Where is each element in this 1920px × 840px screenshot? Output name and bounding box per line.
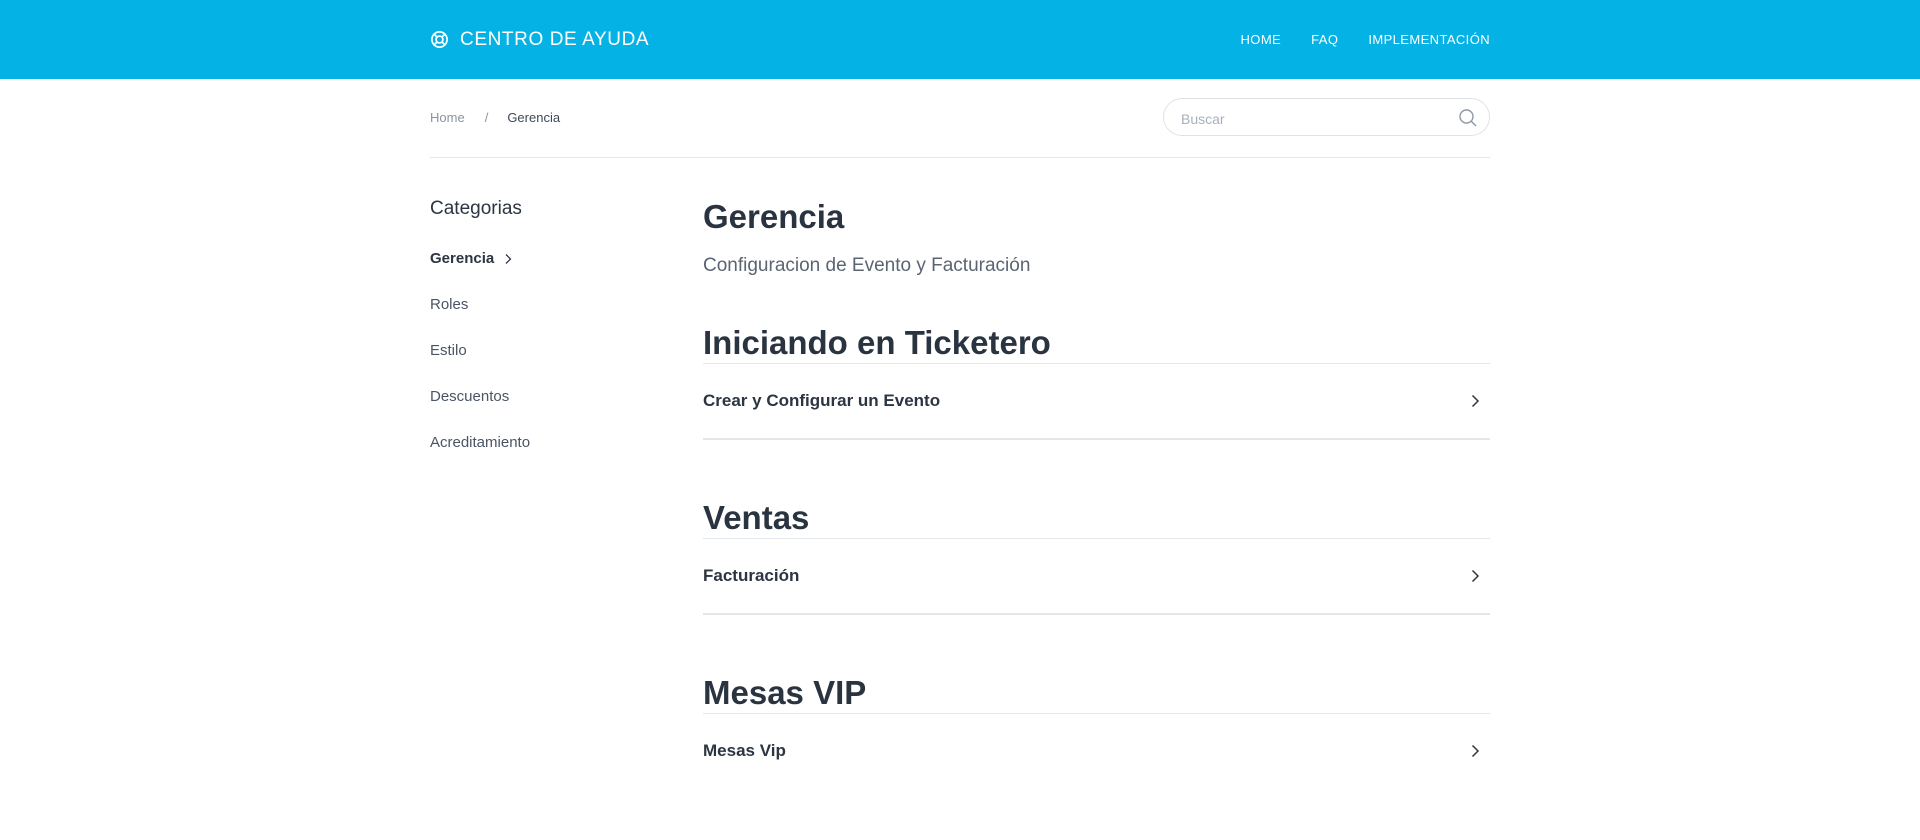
chevron-right-icon (1471, 394, 1480, 408)
breadcrumb-current: Gerencia (507, 110, 561, 125)
article-link-mesas-vip[interactable]: Mesas Vip (703, 714, 1490, 788)
breadcrumb-home-link[interactable]: Home (430, 110, 465, 125)
sidebar-item-label: Roles (430, 296, 469, 313)
top-header: CENTRO DE AYUDA HOME FAQ IMPLEMENTACIÓN (0, 0, 1920, 79)
chevron-right-icon (505, 254, 512, 264)
search-box (1163, 98, 1490, 136)
section-iniciando: Iniciando en Ticketero Crear y Configura… (703, 323, 1490, 440)
main-content: Gerencia Configuracion de Evento y Factu… (703, 192, 1490, 760)
brand-link[interactable]: CENTRO DE AYUDA (430, 0, 649, 79)
sidebar-item-estilo[interactable]: Estilo (430, 328, 650, 374)
search-icon[interactable] (1458, 108, 1478, 128)
section-title: Ventas (703, 498, 1490, 539)
chevron-right-icon (1471, 569, 1480, 583)
page-description: Configuracion de Evento y Facturación (703, 255, 1031, 276)
categories-sidebar: Categorias Gerencia Roles Estilo Descuen… (430, 198, 650, 466)
lifebuoy-icon (431, 31, 448, 48)
sidebar-item-label: Gerencia (430, 250, 495, 267)
sidebar-item-label: Acreditamiento (430, 434, 531, 451)
section-mesas-vip: Mesas VIP Mesas Vip (703, 673, 1490, 788)
search-input[interactable] (1179, 108, 1453, 130)
breadcrumb: Home / Gerencia (430, 110, 560, 125)
sidebar-heading: Categorias (430, 198, 522, 219)
sidebar-item-label: Descuentos (430, 388, 510, 405)
article-title: Crear y Configurar un Evento (703, 391, 941, 410)
chevron-right-icon (1471, 744, 1480, 758)
article-title: Facturación (703, 566, 800, 585)
page-title: Gerencia (703, 198, 845, 235)
article-title: Mesas Vip (703, 741, 786, 760)
section-title: Iniciando en Ticketero (703, 323, 1490, 364)
sub-header: Home / Gerencia (430, 79, 1490, 158)
section-title: Mesas VIP (703, 673, 1490, 714)
sidebar-item-descuentos[interactable]: Descuentos (430, 374, 650, 420)
nav-home-link[interactable]: HOME (1241, 32, 1282, 47)
nav-faq-link[interactable]: FAQ (1311, 32, 1338, 47)
sidebar-item-label: Estilo (430, 342, 467, 359)
sidebar-item-acreditamiento[interactable]: Acreditamiento (430, 420, 650, 466)
section-ventas: Ventas Facturación (703, 498, 1490, 615)
brand-title: CENTRO DE AYUDA (460, 28, 650, 50)
top-nav: HOME FAQ IMPLEMENTACIÓN (1211, 0, 1490, 79)
nav-implementacion-link[interactable]: IMPLEMENTACIÓN (1368, 32, 1490, 47)
breadcrumb-separator: / (484, 110, 489, 125)
article-link-crear-evento[interactable]: Crear y Configurar un Evento (703, 364, 1490, 440)
article-link-facturacion[interactable]: Facturación (703, 539, 1490, 615)
sidebar-item-roles[interactable]: Roles (430, 282, 650, 328)
sidebar-item-gerencia[interactable]: Gerencia (430, 236, 650, 282)
